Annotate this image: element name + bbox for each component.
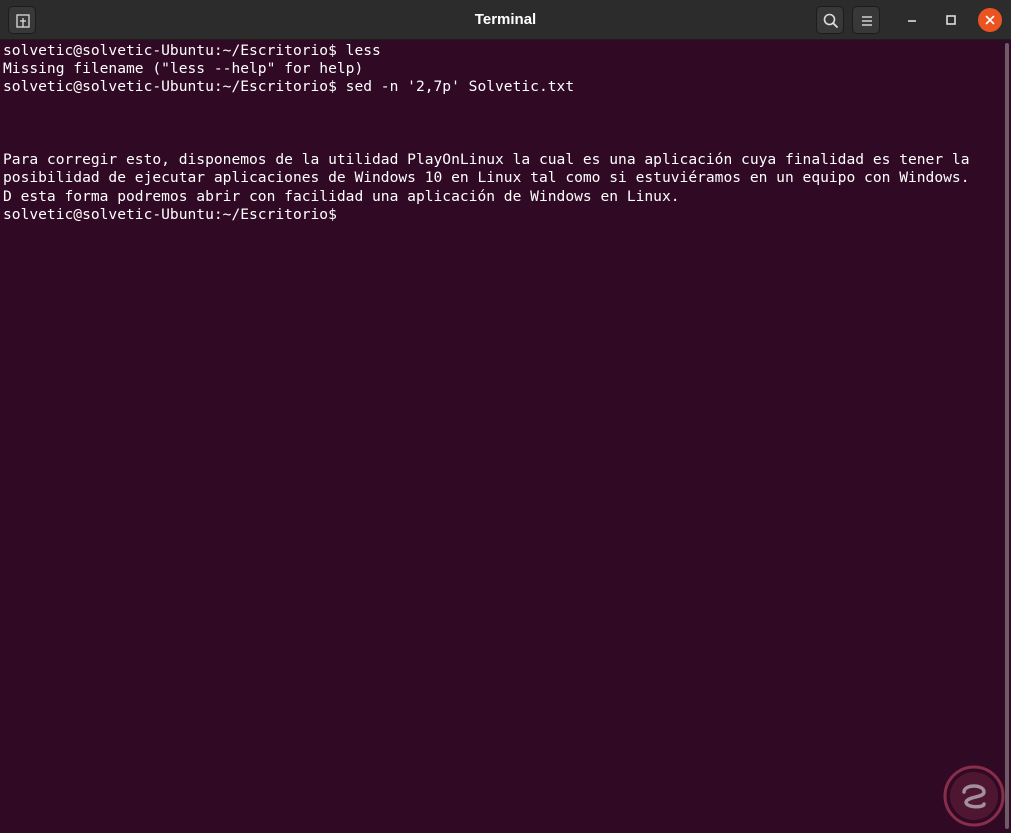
terminal-line: posibilidad de ejecutar aplicaciones de … [3, 169, 970, 187]
terminal-line: Missing filename ("less --help" for help… [3, 60, 364, 78]
terminal-line: solvetic@solvetic-Ubuntu:~/Escritorio$ s… [3, 78, 575, 96]
menu-button[interactable] [852, 6, 880, 34]
maximize-icon [946, 15, 956, 25]
hamburger-menu-icon [862, 16, 872, 26]
terminal-window: Terminal solvetic@solvetic-Ubuntu:~/Escr… [0, 0, 1011, 833]
close-button[interactable] [978, 8, 1002, 32]
scrollbar-thumb[interactable] [1005, 43, 1009, 829]
terminal-line: Para corregir esto, disponemos de la uti… [3, 151, 970, 169]
minimize-icon [908, 20, 916, 22]
search-button[interactable] [816, 6, 844, 34]
maximize-button[interactable] [937, 6, 965, 34]
terminal-line: solvetic@solvetic-Ubuntu:~/Escritorio$ l… [3, 42, 381, 59]
vertical-scrollbar[interactable] [1003, 41, 1011, 833]
terminal-output[interactable]: solvetic@solvetic-Ubuntu:~/Escritorio$ l… [0, 41, 1003, 833]
terminal-line: D esta forma podremos abrir con facilida… [3, 187, 680, 205]
solvetic-logo-icon [943, 765, 1005, 827]
search-icon [823, 13, 838, 28]
minimize-button[interactable] [898, 6, 926, 34]
title-bar: Terminal [0, 0, 1011, 40]
close-icon [985, 15, 995, 25]
terminal-prompt: solvetic@solvetic-Ubuntu:~/Escritorio$ [3, 205, 337, 223]
